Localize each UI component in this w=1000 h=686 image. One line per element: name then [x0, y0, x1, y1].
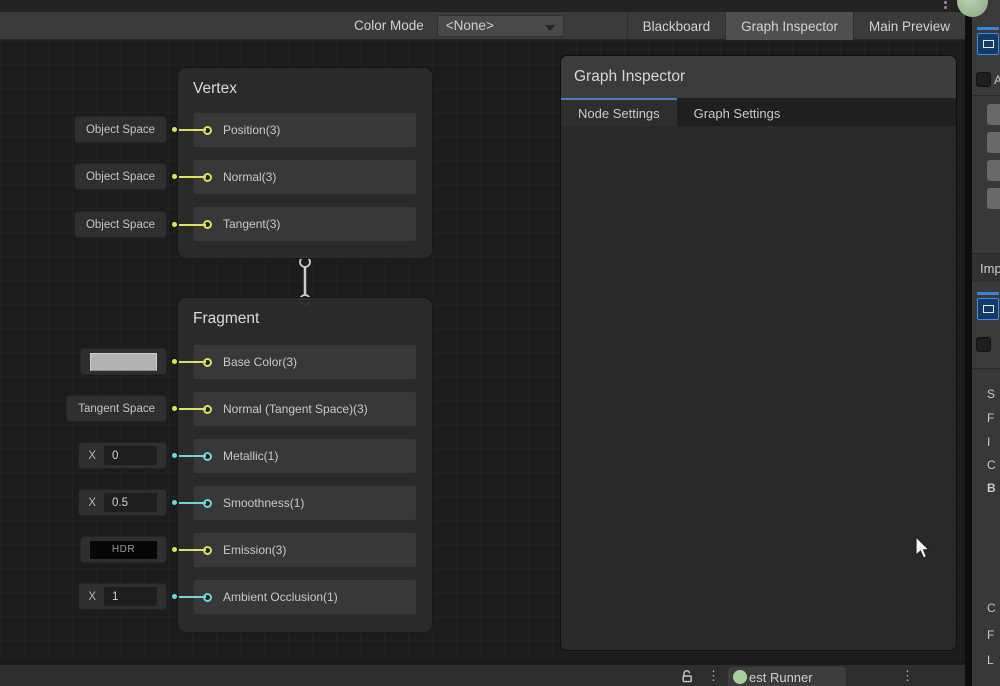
truncated-label: F	[987, 411, 994, 425]
fragment-node-title: Fragment	[193, 310, 259, 328]
port-dot-icon	[172, 174, 177, 179]
float-field[interactable]: X 0.5	[79, 490, 166, 515]
value-input[interactable]: 0.5	[104, 493, 157, 512]
truncated-label: B	[987, 481, 996, 495]
hdr-swatch[interactable]: HDR	[90, 541, 157, 559]
truncated-label: I	[987, 435, 990, 449]
overflow-menu-icon[interactable]	[944, 1, 947, 11]
port-row-metallic[interactable]: Metallic(1)	[194, 439, 416, 473]
shader-graph-toolbar: Color Mode <None> Blackboard Graph Inspe…	[0, 12, 965, 40]
port-row-smoothness[interactable]: Smoothness(1)	[194, 486, 416, 520]
truncated-label: C	[987, 458, 996, 472]
window-top-strip	[0, 0, 965, 12]
vertex-node[interactable]: Vertex Position(3) Normal(3) Tangent(3)	[178, 68, 432, 258]
port-dot-icon	[172, 547, 177, 552]
checkbox[interactable]	[976, 337, 991, 352]
tab-graph-settings[interactable]: Graph Settings	[677, 98, 798, 126]
port-dot-icon	[172, 127, 177, 132]
value-input[interactable]: 0	[104, 446, 157, 465]
float-field[interactable]: X 1	[79, 584, 166, 609]
field-stub[interactable]	[987, 160, 1000, 181]
hdr-color-field[interactable]: HDR	[81, 537, 166, 562]
tab-node-settings[interactable]: Node Settings	[561, 98, 677, 126]
blackboard-button[interactable]: Blackboard	[627, 12, 726, 40]
vertex-node-title: Vertex	[193, 80, 237, 98]
space-dropdown[interactable]: Object Space	[75, 117, 166, 142]
metallic-value-widget: X 0	[79, 443, 206, 468]
fragment-node[interactable]: Fragment Base Color(3) Normal (Tangent S…	[178, 298, 432, 632]
main-preview-button[interactable]: Main Preview	[853, 12, 965, 40]
graph-inspector-title[interactable]: Graph Inspector	[561, 56, 956, 98]
port-dot-icon	[172, 594, 177, 599]
color-field[interactable]	[81, 349, 166, 374]
base-color-widget	[81, 349, 206, 374]
normal-space-widget: Object Space	[75, 164, 206, 189]
kebab-menu-icon[interactable]: ⋮	[901, 668, 914, 684]
port-row-normal[interactable]: Normal(3)	[194, 160, 416, 194]
unity-shader-graph-window: Color Mode <None> Blackboard Graph Inspe…	[0, 0, 1000, 686]
mouse-cursor	[915, 536, 932, 560]
truncated-label: L	[987, 653, 994, 667]
truncated-label: S	[987, 387, 995, 401]
unlock-icon[interactable]	[681, 669, 693, 683]
status-dot-icon	[733, 670, 747, 684]
graph-inspector-button[interactable]: Graph Inspector	[725, 12, 853, 40]
test-runner-tab[interactable]: est Runner	[728, 667, 846, 686]
chevron-down-icon	[545, 25, 555, 31]
color-mode-dropdown[interactable]: <None>	[437, 15, 564, 37]
panel-divider[interactable]	[965, 0, 972, 686]
port-row-emission[interactable]: Emission(3)	[194, 533, 416, 567]
port-dot-icon	[172, 406, 177, 411]
import-settings-header[interactable]: Imp	[972, 253, 1000, 282]
port-dot-icon	[172, 500, 177, 505]
smoothness-value-widget: X 0.5	[79, 490, 206, 515]
port-row-tangent[interactable]: Tangent(3)	[194, 207, 416, 241]
field-stub[interactable]	[987, 188, 1000, 209]
color-mode-value: <None>	[446, 18, 494, 33]
normal-ts-space-widget: Tangent Space	[67, 396, 206, 421]
position-space-widget: Object Space	[75, 117, 206, 142]
port-dot-icon	[172, 453, 177, 458]
ao-value-widget: X 1	[79, 584, 206, 609]
tangent-space-widget: Object Space	[75, 212, 206, 237]
port-row-position[interactable]: Position(3)	[194, 113, 416, 147]
field-stub[interactable]	[987, 104, 1000, 125]
import-settings-body: S F I C B C F L	[972, 368, 1000, 686]
graph-canvas[interactable]: Vertex Position(3) Normal(3) Tangent(3) …	[0, 40, 965, 663]
right-inspector-panel: A Imp S F I C B C F L	[972, 0, 1000, 686]
shader-graph-asset-icon[interactable]	[977, 292, 999, 320]
port-row-base-color[interactable]: Base Color(3)	[194, 345, 416, 379]
value-input[interactable]: 1	[104, 587, 157, 606]
space-dropdown[interactable]: Object Space	[75, 164, 166, 189]
port-row-normal-ts[interactable]: Normal (Tangent Space)(3)	[194, 392, 416, 426]
color-swatch[interactable]	[90, 353, 157, 371]
port-dot-icon	[172, 359, 177, 364]
settings-section	[972, 95, 1000, 250]
truncated-label: C	[987, 601, 996, 615]
truncated-label: F	[987, 628, 994, 642]
space-dropdown[interactable]: Object Space	[75, 212, 166, 237]
float-field[interactable]: X 0	[79, 443, 166, 468]
color-mode-label: Color Mode	[354, 18, 424, 33]
port-row-ambient-occlusion[interactable]: Ambient Occlusion(1)	[194, 580, 416, 614]
inspector-tab-bar: Node Settings Graph Settings	[561, 98, 956, 126]
emission-color-widget: HDR	[81, 537, 206, 562]
shader-graph-asset-icon[interactable]	[977, 27, 999, 55]
port-dot-icon	[172, 222, 177, 227]
graph-inspector-panel: Graph Inspector Node Settings Graph Sett…	[561, 56, 956, 650]
bottom-status-bar: ⋮ est Runner ⋮	[0, 664, 965, 686]
field-stub[interactable]	[987, 132, 1000, 153]
checkbox[interactable]	[976, 72, 991, 87]
kebab-menu-icon[interactable]: ⋮	[707, 668, 720, 684]
space-dropdown[interactable]: Tangent Space	[67, 396, 166, 421]
